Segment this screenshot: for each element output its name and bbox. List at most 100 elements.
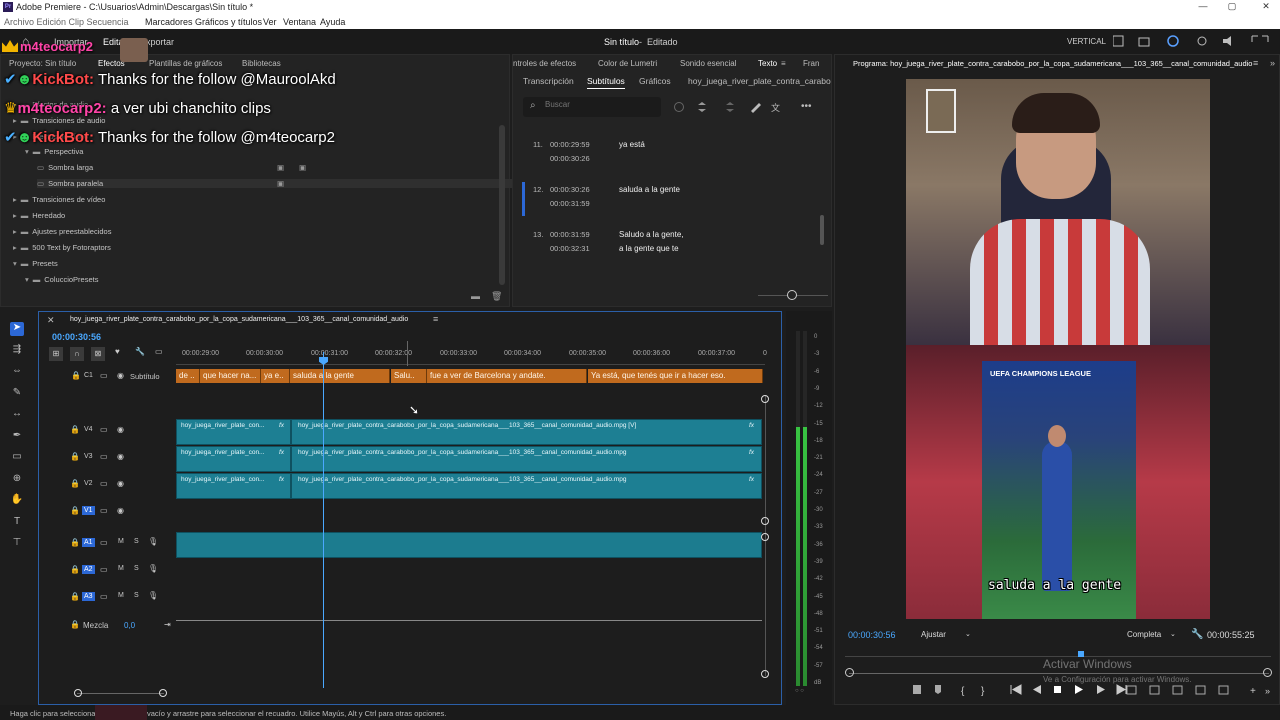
- mute-button[interactable]: M: [118, 565, 124, 572]
- lock-icon[interactable]: 🔒: [70, 592, 80, 601]
- chevron-down-icon[interactable]: ⌄: [1170, 630, 1176, 638]
- caption-row[interactable]: 11. 00:00:29:59 00:00:30:26 ya está: [527, 139, 817, 179]
- video-clip[interactable]: hoy_juega_river_plate_con... fx: [176, 419, 291, 445]
- menu-partial[interactable]: Archivo Edición Clip Secuencia: [4, 17, 129, 27]
- tree-item[interactable]: ▭ Sombra larga ▣ ▣: [37, 163, 535, 172]
- effects-scrollbar[interactable]: [499, 125, 505, 285]
- caption-text[interactable]: Saludo a la gente,: [619, 230, 684, 239]
- sequence-name[interactable]: hoy_juega_river_plate_contra_carabobo_po…: [70, 316, 408, 323]
- program-timecode[interactable]: 00:00:30:56: [848, 630, 896, 640]
- caption-clip[interactable]: Ya está, que tenés que ir a hacer eso.: [588, 369, 763, 383]
- timeline-timecode[interactable]: 00:00:30:56: [52, 332, 101, 342]
- folder-icon[interactable]: ▬: [471, 291, 480, 301]
- toggle-output-icon[interactable]: ▭: [100, 371, 108, 380]
- vscroll-handle[interactable]: [761, 670, 769, 678]
- tree-item[interactable]: ▾ ▬ ColuccioPresets: [25, 275, 98, 284]
- lock-icon[interactable]: 🔒: [70, 452, 80, 461]
- zoom-icon[interactable]: ⊕: [10, 473, 24, 487]
- video-track-id[interactable]: V4: [82, 425, 95, 434]
- scroll-handle-right[interactable]: [1263, 668, 1272, 677]
- chevron-right-icon[interactable]: ▾: [25, 275, 29, 284]
- lock-icon[interactable]: 🔒: [71, 371, 81, 380]
- eye-icon[interactable]: ◉: [117, 479, 124, 488]
- lock-icon[interactable]: 🔒: [70, 506, 80, 515]
- caption-clip[interactable]: fue a ver de Barcelona y andate.: [427, 369, 587, 383]
- maximize-button[interactable]: ▢: [1222, 1, 1242, 13]
- vscroll-handle[interactable]: [761, 517, 769, 525]
- hscroll-right-handle[interactable]: [159, 689, 167, 697]
- sequence-menu-icon[interactable]: ≡: [433, 314, 438, 324]
- tree-item[interactable]: ▭ Sombra paralela ▣: [37, 179, 535, 188]
- eye-icon[interactable]: ◉: [117, 371, 124, 380]
- caption-end[interactable]: 00:00:31:59: [550, 199, 590, 208]
- video-track-id[interactable]: V3: [82, 452, 95, 461]
- mute-button[interactable]: M: [118, 592, 124, 599]
- caption-start[interactable]: 00:00:31:59: [550, 230, 590, 239]
- menu-ver[interactable]: Ver: [263, 17, 277, 27]
- caption-start[interactable]: 00:00:29:59: [550, 140, 590, 149]
- toggle-output-icon[interactable]: ▭: [100, 479, 108, 488]
- pen-icon[interactable]: ✒: [10, 430, 24, 444]
- tree-item[interactable]: ▸ ▬ Heredado: [13, 211, 65, 220]
- chevron-right-icon[interactable]: ▸: [13, 243, 17, 252]
- tab-texto[interactable]: Texto: [758, 59, 777, 68]
- video-track-id[interactable]: V2: [82, 479, 95, 488]
- minimize-button[interactable]: —: [1193, 1, 1213, 13]
- track-select-icon[interactable]: ⇶: [10, 344, 24, 358]
- program-scrollbar[interactable]: [849, 673, 1269, 674]
- tab-transcripcion[interactable]: Transcripción: [523, 76, 574, 86]
- menu-ayuda[interactable]: Ayuda: [320, 17, 345, 27]
- caption-clip[interactable]: saluda a la gente: [290, 369, 390, 383]
- chevron-right-icon[interactable]: ▸: [13, 195, 17, 204]
- solo-button[interactable]: S: [134, 538, 139, 545]
- video-clip[interactable]: hoy_juega_river_plate_con... fx: [176, 473, 291, 499]
- mix-go-end-icon[interactable]: ⇥: [164, 620, 171, 629]
- vscroll-handle[interactable]: [761, 395, 769, 403]
- caption-end[interactable]: 00:00:32:31: [550, 244, 590, 253]
- toggle-sync-icon[interactable]: ▭: [100, 592, 108, 601]
- eye-icon[interactable]: ◉: [117, 506, 124, 515]
- eye-icon[interactable]: ◉: [117, 425, 124, 434]
- microphone-icon[interactable]: 🎙: [148, 564, 158, 573]
- type-icon[interactable]: T: [10, 516, 24, 530]
- fit-dropdown[interactable]: Ajustar: [921, 630, 946, 639]
- caption-text[interactable]: saluda a la gente: [619, 185, 680, 194]
- solo-button[interactable]: S: [134, 592, 139, 599]
- close-icon[interactable]: ✕: [47, 315, 55, 326]
- toggle-output-icon[interactable]: ▭: [100, 425, 108, 434]
- caption-row[interactable]: 13. 00:00:31:59 00:00:32:31 Saludo a la gen…: [527, 229, 817, 269]
- toggle-output-icon[interactable]: ▭: [100, 452, 108, 461]
- solo-button[interactable]: S: [134, 565, 139, 572]
- tab-fran[interactable]: Fran: [803, 59, 819, 68]
- menu-graficos[interactable]: Gráficos y títulos: [195, 17, 262, 27]
- tab-graficos[interactable]: Gráficos: [639, 76, 671, 86]
- slip-icon[interactable]: ↔: [10, 408, 24, 422]
- chevron-down-icon[interactable]: ⌄: [965, 630, 971, 638]
- timeline-hscroll[interactable]: [77, 693, 164, 694]
- microphone-icon[interactable]: 🎙: [148, 591, 158, 600]
- marker-icon[interactable]: ♥: [115, 347, 120, 356]
- nest-icon[interactable]: ⊞: [49, 347, 63, 361]
- caption-clip[interactable]: de ..: [176, 369, 200, 383]
- meter-solo-icons[interactable]: ○ ○: [795, 688, 804, 694]
- video-clip[interactable]: hoy_juega_river_plate_contra_carabobo_po…: [291, 446, 762, 472]
- tab-subtitulos[interactable]: Subtítulos: [587, 76, 625, 89]
- toggle-sync-icon[interactable]: ▭: [100, 538, 108, 547]
- settings-wrench-icon[interactable]: 🔧: [135, 347, 145, 356]
- lock-icon[interactable]: 🔒: [70, 538, 80, 547]
- caption-clip[interactable]: ya e..: [261, 369, 290, 383]
- video-track-id[interactable]: V1: [82, 506, 95, 515]
- rectangle-icon[interactable]: ▭: [10, 451, 24, 465]
- panel-overflow-icon[interactable]: »: [1270, 58, 1275, 68]
- audio-track-id[interactable]: A3: [82, 592, 95, 601]
- wrench-icon[interactable]: 🔧: [1191, 629, 1203, 640]
- linked-selection-icon[interactable]: ⊠: [91, 347, 105, 361]
- tree-item[interactable]: ▾ ▬ Presets: [13, 259, 58, 268]
- caption-text-line2[interactable]: a la gente que te: [619, 244, 679, 253]
- chevron-right-icon[interactable]: ▾: [13, 259, 17, 268]
- vscroll-handle[interactable]: [761, 533, 769, 541]
- tree-item[interactable]: ▸ ▬ Transiciones de vídeo: [13, 195, 105, 204]
- menu-ventana[interactable]: Ventana: [283, 17, 316, 27]
- video-clip[interactable]: hoy_juega_river_plate_contra_carabobo_po…: [291, 419, 762, 445]
- lock-icon[interactable]: 🔒: [70, 425, 80, 434]
